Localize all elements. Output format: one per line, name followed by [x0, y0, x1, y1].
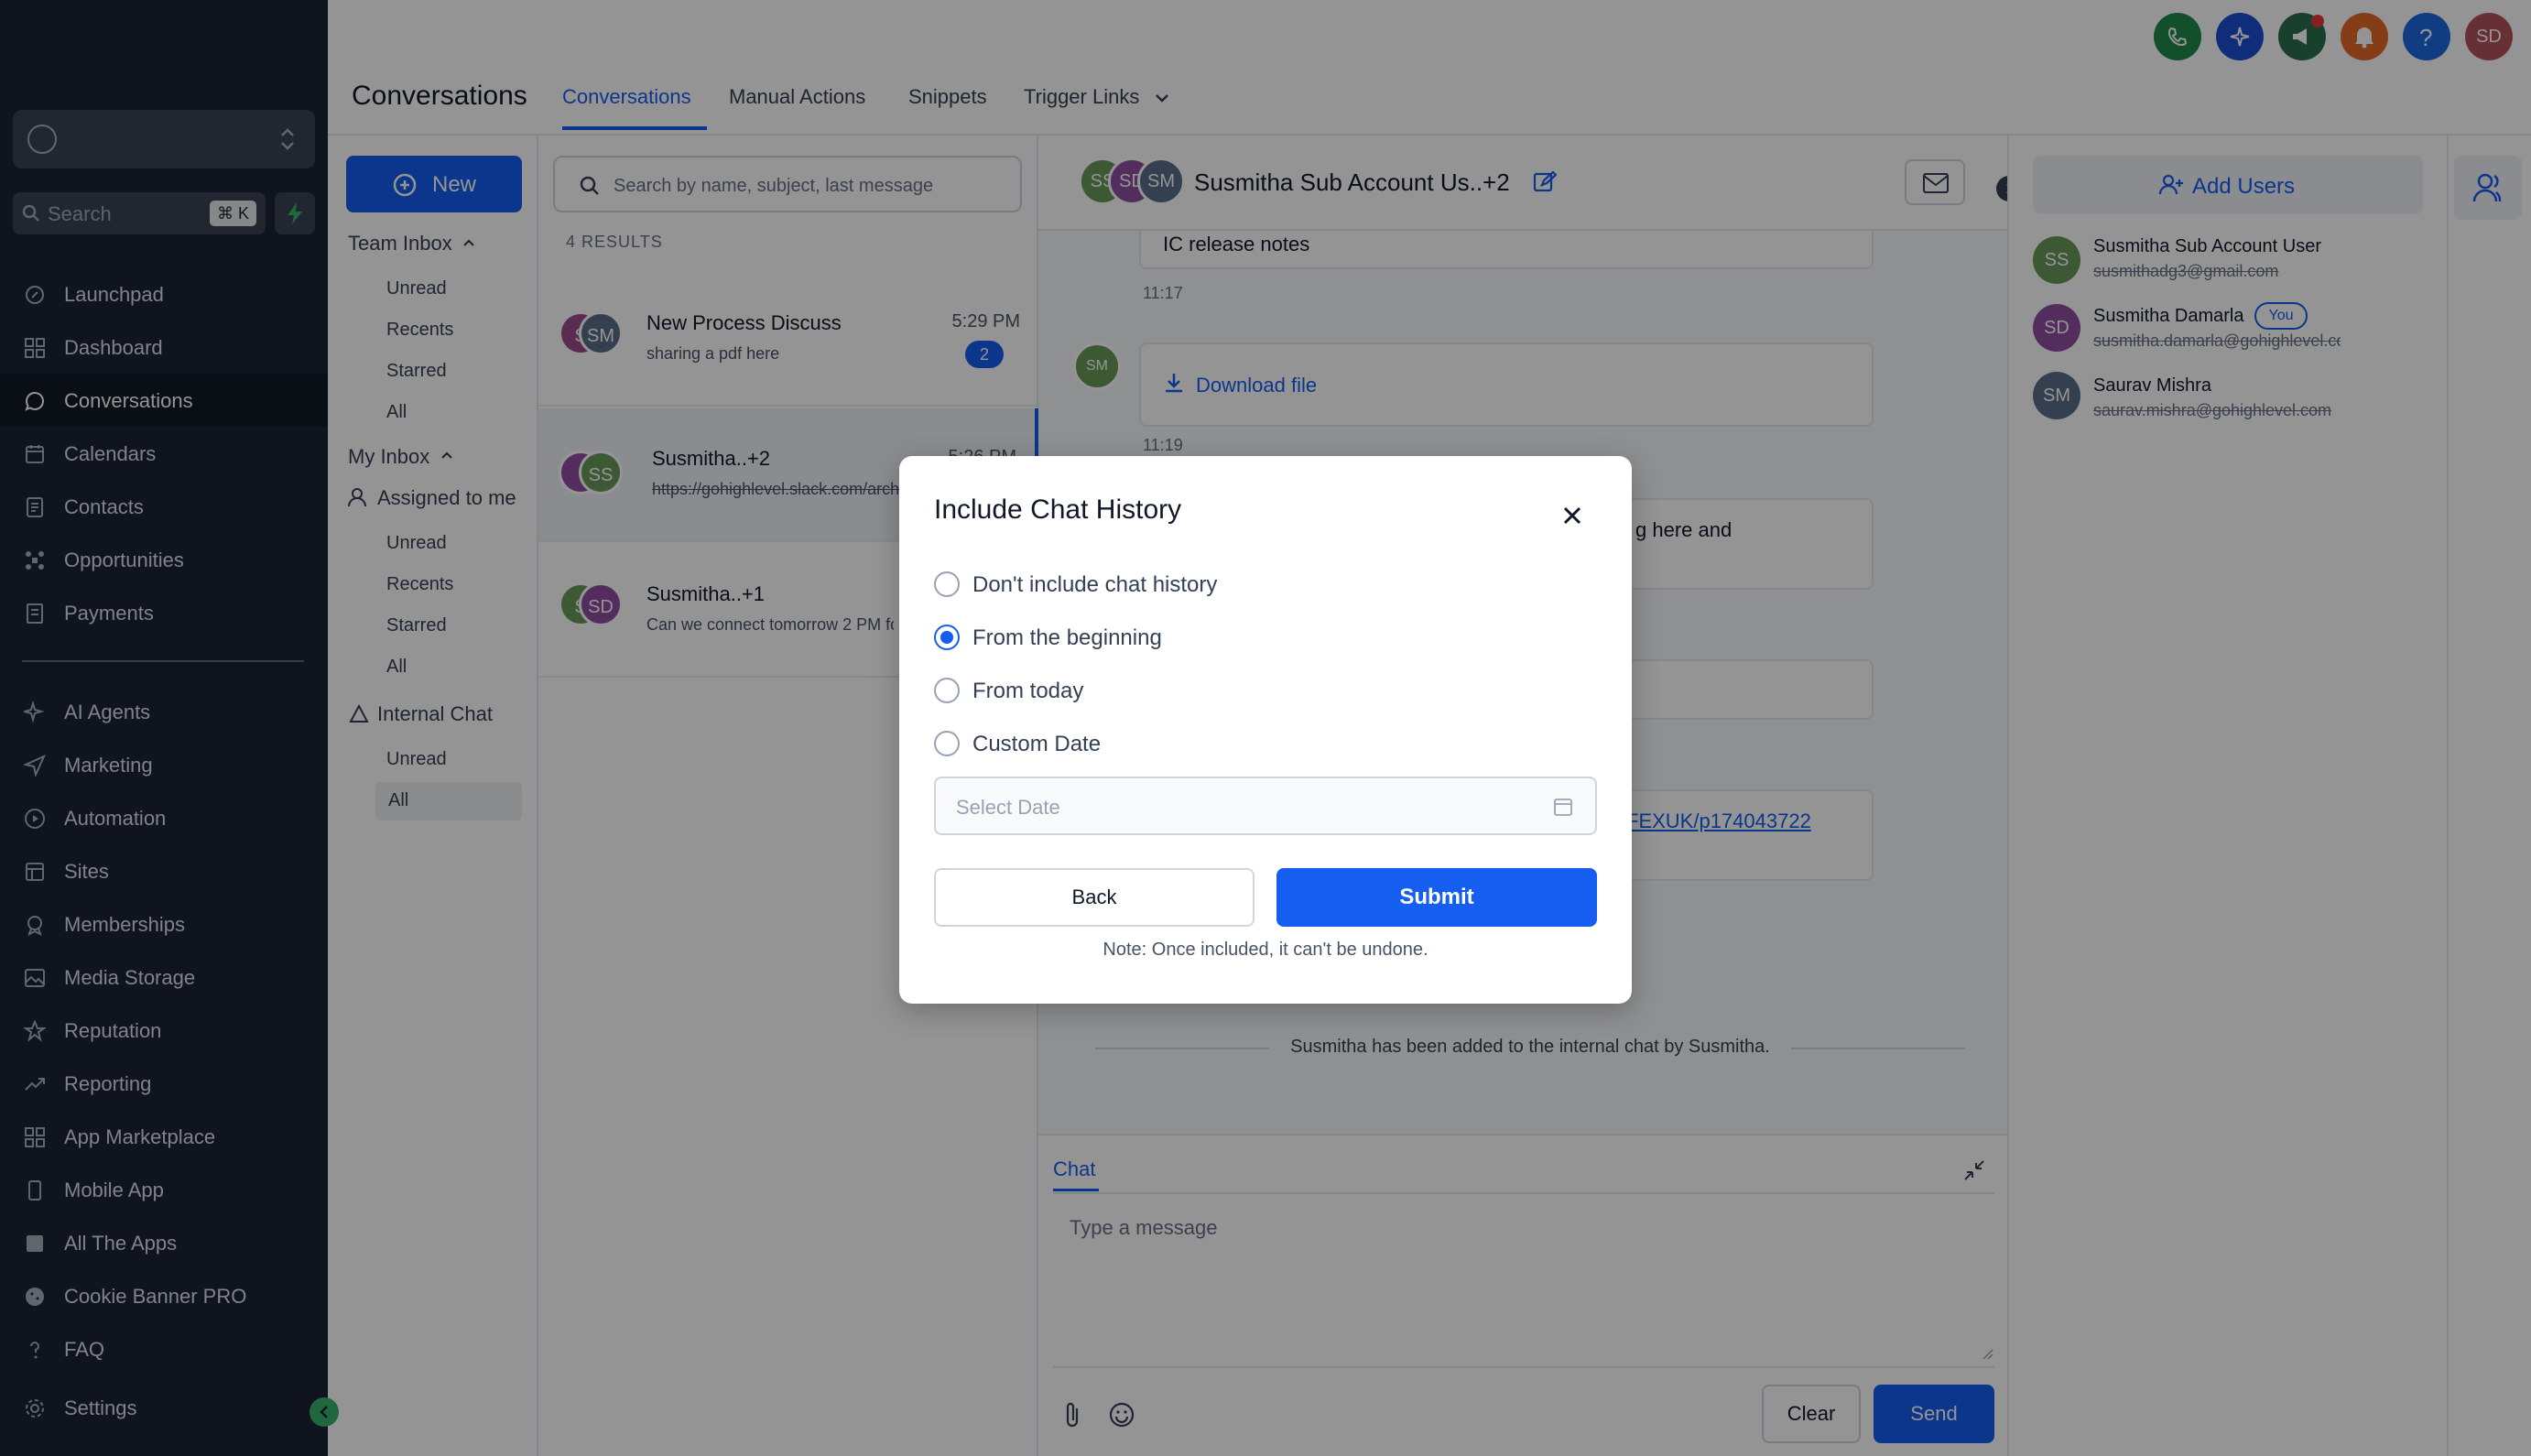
- radio-button[interactable]: [934, 571, 960, 597]
- option-label: Custom Date: [972, 732, 1102, 756]
- close-icon[interactable]: [1555, 498, 1590, 533]
- submit-button[interactable]: Submit: [1276, 868, 1597, 927]
- back-button[interactable]: Back: [934, 868, 1255, 927]
- calendar-icon: [1554, 799, 1572, 816]
- option-from-today[interactable]: From today: [934, 672, 1483, 709]
- include-chat-history-modal: Include Chat History Don't include chat …: [899, 456, 1632, 1004]
- option-label: From the beginning: [972, 625, 1162, 650]
- option-from-beginning[interactable]: From the beginning: [934, 619, 1483, 656]
- modal-note: Note: Once included, it can't be undone.: [1103, 940, 1428, 960]
- option-custom-date[interactable]: Custom Date: [934, 725, 1483, 762]
- radio-button[interactable]: [934, 731, 960, 756]
- option-label: Don't include chat history: [972, 572, 1218, 597]
- modal-title: Include Chat History: [934, 494, 1182, 525]
- radio-button[interactable]: [934, 678, 960, 703]
- date-picker-input[interactable]: Select Date: [934, 777, 1597, 835]
- radio-button-selected[interactable]: [934, 625, 960, 650]
- option-dont-include[interactable]: Don't include chat history: [934, 566, 1483, 603]
- option-label: From today: [972, 679, 1084, 703]
- date-placeholder: Select Date: [956, 796, 1060, 819]
